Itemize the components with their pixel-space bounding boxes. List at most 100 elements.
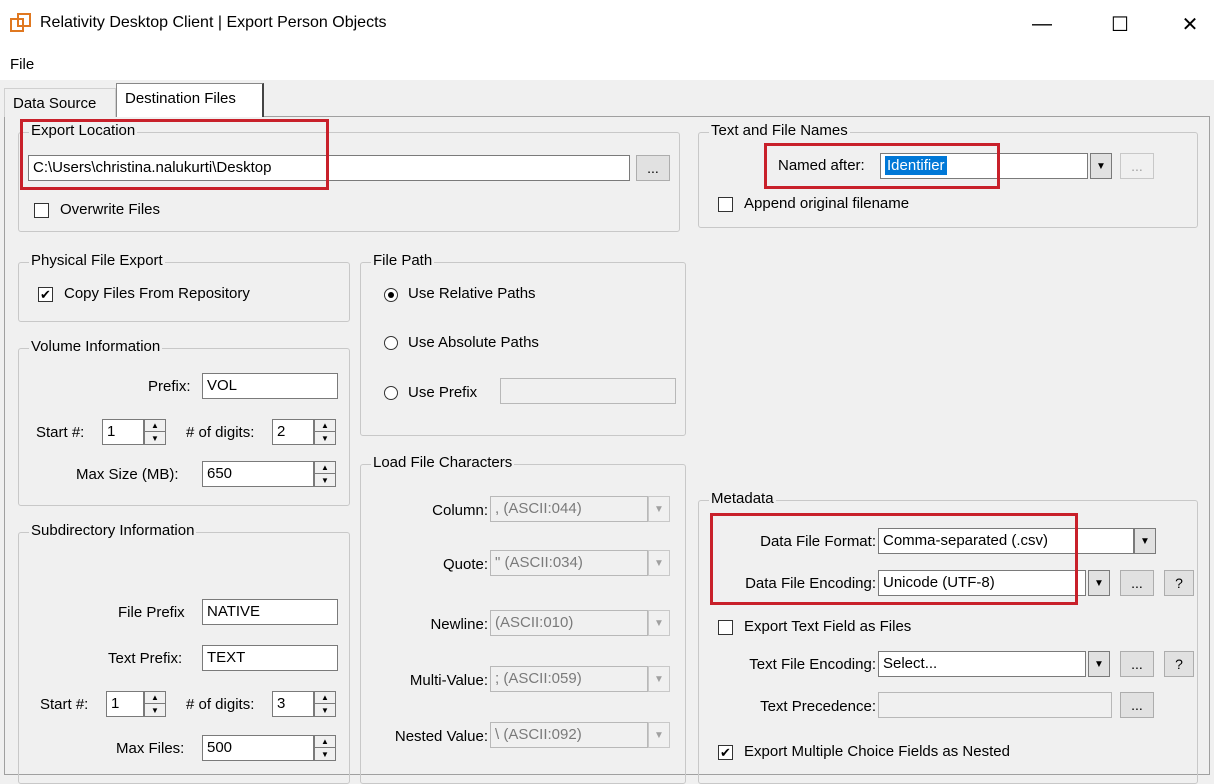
- tab-destination-files[interactable]: Destination Files: [116, 83, 264, 117]
- data-file-encoding-arrow[interactable]: ▼: [1088, 570, 1110, 596]
- chevron-down-icon: ▼: [1094, 577, 1104, 589]
- subdir-start-spinner[interactable]: ▲ ▼: [144, 691, 166, 717]
- export-multi-choice-checkbox[interactable]: ✔: [718, 745, 733, 760]
- export-text-files-checkbox[interactable]: [718, 620, 733, 635]
- physical-file-export-title: Physical File Export: [29, 252, 165, 269]
- volume-maxsize-input[interactable]: 650: [202, 461, 314, 487]
- subdirectory-info-title: Subdirectory Information: [29, 522, 197, 539]
- use-prefix-label: Use Prefix: [408, 384, 478, 401]
- check-icon: ✔: [720, 745, 731, 760]
- multi-value-dropdown[interactable]: ; (ASCII:059): [490, 666, 648, 692]
- chevron-down-icon: ▼: [654, 729, 664, 741]
- file-path-title: File Path: [371, 252, 435, 269]
- subdir-digits-label: # of digits:: [186, 696, 255, 713]
- chevron-down-icon: ▼: [654, 673, 664, 685]
- volume-start-spinner[interactable]: ▲ ▼: [144, 419, 166, 445]
- text-file-encoding-browse-button[interactable]: ...: [1120, 651, 1154, 677]
- chevron-down-icon: ▼: [654, 557, 664, 569]
- newline-dropdown-arrow[interactable]: ▼: [648, 610, 670, 636]
- subdir-digits-spinner[interactable]: ▲ ▼: [314, 691, 336, 717]
- absolute-paths-label: Use Absolute Paths: [408, 334, 539, 351]
- text-prefix-input[interactable]: TEXT: [202, 645, 338, 671]
- text-file-names-title: Text and File Names: [709, 122, 850, 139]
- file-prefix-input[interactable]: NATIVE: [202, 599, 338, 625]
- copy-files-checkbox[interactable]: ✔: [38, 287, 53, 302]
- quote-dropdown[interactable]: " (ASCII:034): [490, 550, 648, 576]
- metadata-title: Metadata: [709, 490, 776, 507]
- use-prefix-radio[interactable]: [384, 386, 398, 400]
- text-prefix-label: Text Prefix:: [108, 650, 183, 667]
- chevron-down-icon: ▼: [654, 503, 664, 515]
- append-filename-label: Append original filename: [744, 195, 910, 212]
- subdir-start-label: Start #:: [40, 696, 89, 713]
- max-files-label: Max Files:: [116, 740, 185, 757]
- nested-value-label: Nested Value:: [394, 728, 488, 745]
- max-files-input[interactable]: 500: [202, 735, 314, 761]
- volume-start-input[interactable]: 1: [102, 419, 144, 445]
- text-precedence-input[interactable]: [878, 692, 1112, 718]
- max-files-spinner[interactable]: ▲ ▼: [314, 735, 336, 761]
- nested-value-dropdown[interactable]: \ (ASCII:092): [490, 722, 648, 748]
- close-button[interactable]: ✕: [1168, 8, 1212, 40]
- named-after-browse-button[interactable]: ...: [1120, 153, 1154, 179]
- text-file-encoding-dropdown[interactable]: Select...: [878, 651, 1086, 677]
- chevron-down-icon: ▼: [654, 617, 664, 629]
- volume-start-label: Start #:: [36, 424, 85, 441]
- check-icon: ✔: [40, 287, 51, 302]
- volume-digits-input[interactable]: 2: [272, 419, 314, 445]
- newline-dropdown[interactable]: (ASCII:010): [490, 610, 648, 636]
- export-text-files-label: Export Text Field as Files: [744, 618, 912, 635]
- use-prefix-input[interactable]: [500, 378, 676, 404]
- chevron-down-icon: ▼: [1140, 535, 1150, 547]
- export-multi-choice-label: Export Multiple Choice Fields as Nested: [744, 743, 1010, 760]
- data-file-format-arrow[interactable]: ▼: [1134, 528, 1156, 554]
- maximize-icon: ☐: [1111, 13, 1129, 36]
- chevron-down-icon: ▼: [1096, 160, 1106, 172]
- nested-value-dropdown-arrow[interactable]: ▼: [648, 722, 670, 748]
- column-dropdown-arrow[interactable]: ▼: [648, 496, 670, 522]
- volume-maxsize-spinner[interactable]: ▲ ▼: [314, 461, 336, 487]
- text-precedence-browse-button[interactable]: ...: [1120, 692, 1154, 718]
- menu-bar: [0, 48, 1214, 80]
- close-icon: ✕: [1181, 13, 1199, 36]
- minimize-button[interactable]: —: [1020, 8, 1064, 40]
- chevron-down-icon: ▼: [1094, 658, 1104, 670]
- text-file-encoding-help-button[interactable]: ?: [1164, 651, 1194, 677]
- highlight-named-after: [764, 143, 1000, 189]
- named-after-dropdown-arrow[interactable]: ▼: [1090, 153, 1112, 179]
- absolute-paths-radio[interactable]: [384, 336, 398, 350]
- maximize-button[interactable]: ☐: [1098, 8, 1142, 40]
- column-dropdown[interactable]: , (ASCII:044): [490, 496, 648, 522]
- volume-maxsize-label: Max Size (MB):: [76, 466, 179, 483]
- tab-data-source[interactable]: Data Source: [4, 88, 116, 117]
- load-file-chars-title: Load File Characters: [371, 454, 515, 471]
- append-filename-checkbox[interactable]: [718, 197, 733, 212]
- text-file-encoding-arrow[interactable]: ▼: [1088, 651, 1110, 677]
- text-file-encoding-label: Text File Encoding:: [749, 656, 876, 673]
- volume-info-title: Volume Information: [29, 338, 163, 355]
- file-prefix-label: File Prefix: [118, 604, 185, 621]
- multi-value-dropdown-arrow[interactable]: ▼: [648, 666, 670, 692]
- app-icon: [10, 13, 31, 32]
- relative-paths-label: Use Relative Paths: [408, 285, 536, 302]
- copy-files-label: Copy Files From Repository: [64, 285, 250, 302]
- volume-prefix-input[interactable]: VOL: [202, 373, 338, 399]
- text-precedence-label: Text Precedence:: [760, 698, 876, 715]
- quote-label: Quote:: [442, 556, 488, 573]
- subdir-digits-input[interactable]: 3: [272, 691, 314, 717]
- quote-dropdown-arrow[interactable]: ▼: [648, 550, 670, 576]
- column-label: Column:: [432, 502, 488, 519]
- subdir-start-input[interactable]: 1: [106, 691, 144, 717]
- multi-value-label: Multi-Value:: [409, 672, 488, 689]
- highlight-export-location: [20, 119, 329, 190]
- volume-digits-spinner[interactable]: ▲ ▼: [314, 419, 336, 445]
- export-location-browse-button[interactable]: ...: [636, 155, 670, 181]
- data-file-encoding-browse-button[interactable]: ...: [1120, 570, 1154, 596]
- volume-digits-label: # of digits:: [186, 424, 255, 441]
- window-title: Relativity Desktop Client | Export Perso…: [40, 14, 387, 31]
- menu-file[interactable]: File: [10, 56, 34, 73]
- relative-paths-radio[interactable]: [384, 288, 398, 302]
- minimize-icon: —: [1032, 12, 1052, 35]
- overwrite-files-checkbox[interactable]: [34, 203, 49, 218]
- data-file-encoding-help-button[interactable]: ?: [1164, 570, 1194, 596]
